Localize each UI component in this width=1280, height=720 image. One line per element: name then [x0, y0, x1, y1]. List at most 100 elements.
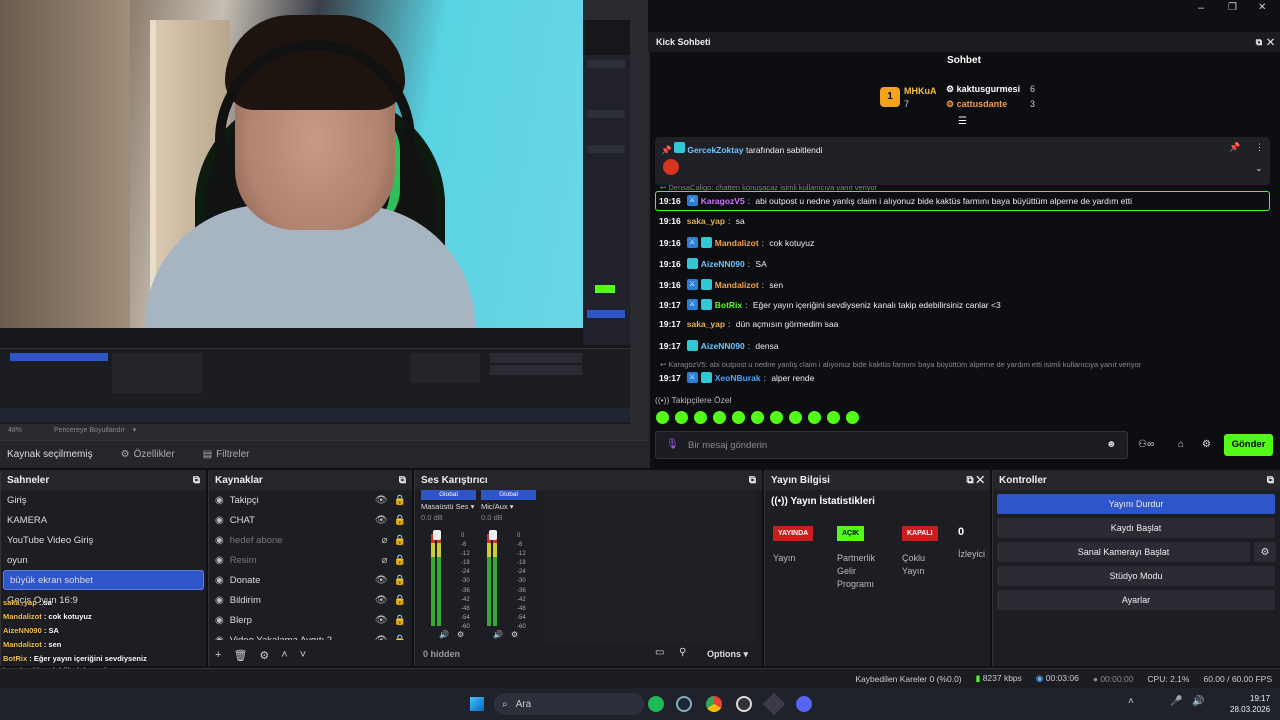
leader-name[interactable]: ⚙ cattusdante [946, 99, 1007, 110]
taskbar-search[interactable]: ⌕ Ara [494, 693, 644, 715]
popout-icon[interactable]: ⧉ [1256, 37, 1262, 47]
eye-icon[interactable]: 👁 [375, 575, 388, 586]
leader-name[interactable]: ⚙ kaktusgurmesi [946, 84, 1020, 95]
message-user[interactable]: Mandalizot [715, 280, 759, 290]
trash-icon[interactable]: 🗑 [233, 649, 247, 662]
eye-icon[interactable]: 👁 [375, 635, 388, 641]
source-item[interactable]: ◉ Video Yakalama Aygıtı 2 👁 🔒 [209, 630, 412, 641]
lock-icon[interactable]: 🔒 [394, 595, 406, 606]
message-user[interactable]: saka_yap [687, 319, 725, 329]
volume-icon[interactable]: 🔊 [1192, 696, 1204, 707]
source-item[interactable]: ◉ CHAT 👁 🔒 [209, 510, 412, 530]
message-user[interactable]: Mandalizot [715, 238, 759, 248]
zoom-level[interactable]: 48% [8, 427, 22, 434]
popout-icon[interactable]: ⧉ [399, 475, 406, 486]
lock-icon[interactable]: 🔒 [394, 535, 406, 546]
channel-name[interactable]: Mic/Aux ▾ [481, 500, 536, 513]
mic-icon[interactable]: 🎙 [666, 439, 679, 450]
badges-icon[interactable]: ⚇∞ [1138, 439, 1154, 450]
chat-message[interactable]: 19:17 ⚔ XeoNBurak: alper rende [659, 372, 814, 383]
move-down-button[interactable]: ˅ [300, 649, 306, 662]
eye-off-icon[interactable]: ⌀ [382, 535, 388, 546]
chat-message[interactable]: 19:16 ⚔ Mandalizot: sen [659, 279, 783, 290]
obs-icon[interactable] [736, 696, 752, 712]
scene-item[interactable]: büyük ekran sohbet [3, 570, 204, 590]
volume-slider[interactable] [433, 530, 441, 540]
message-user[interactable]: BotRix [715, 300, 742, 310]
gear-icon[interactable]: ⚙ [259, 649, 269, 662]
discord-icon[interactable] [796, 696, 812, 712]
source-item[interactable]: ◉ Takipçi 👁 🔒 [209, 490, 412, 510]
expand-icon[interactable]: ☰ [958, 116, 967, 127]
lock-icon[interactable]: 🔒 [394, 555, 406, 566]
settings-icon[interactable]: ⚙ [457, 630, 464, 639]
source-item[interactable]: ◉ Blerp 👁 🔒 [209, 610, 412, 630]
more-icon[interactable]: ⋮ [1255, 142, 1264, 153]
link-icon[interactable]: ⚲ [679, 647, 686, 658]
chat-message[interactable]: 19:17 saka_yap: dün açmısın görmedim saa [659, 319, 838, 329]
stop-stream-button[interactable]: Yayını Durdur [997, 494, 1275, 514]
source-item[interactable]: ◉ Bildirim 👁 🔒 [209, 590, 412, 610]
store-icon[interactable]: ⌂ [1178, 439, 1184, 450]
volume-slider[interactable] [489, 530, 497, 540]
chevron-down-icon[interactable]: ⌄ [1255, 163, 1263, 174]
close-icon[interactable]: ✕ [1267, 37, 1274, 47]
add-source-button[interactable]: + [215, 649, 221, 662]
windows-start-icon[interactable] [470, 697, 484, 711]
message-input[interactable]: 🎙 Bir mesaj gönderin ☻ [655, 431, 1128, 459]
popout-icon[interactable]: ⧉ [966, 475, 973, 486]
tray-chevron-icon[interactable]: ˄ [1128, 696, 1134, 707]
spotify-icon[interactable] [648, 696, 664, 712]
lock-icon[interactable]: 🔒 [394, 515, 406, 526]
properties-button[interactable]: ⚙ Özellikler [121, 449, 175, 460]
speaker-icon[interactable]: 🔊 [439, 630, 449, 639]
lock-icon[interactable]: 🔒 [394, 575, 406, 586]
eye-icon[interactable]: 👁 [375, 515, 388, 526]
gear-icon[interactable]: ⚙ [1202, 439, 1211, 450]
chat-message[interactable]: 19:16 saka_yap: sa [659, 216, 745, 226]
source-item[interactable]: ◉ Resim ⌀ 🔒 [209, 550, 412, 570]
chat-message[interactable]: 19:16 ⚔ KaragozV5: abi outpost u nedne yan… [659, 195, 1132, 206]
mic-icon[interactable]: 🎤 [1170, 696, 1182, 707]
popout-icon[interactable]: ⧉ [749, 475, 756, 486]
popout-icon[interactable]: ⧉ [1267, 475, 1274, 486]
message-user[interactable]: saka_yap [687, 216, 725, 226]
gear-icon[interactable]: ⚙ [1254, 542, 1276, 562]
chat-message[interactable]: 19:16 AizeNN090: SA [659, 258, 767, 269]
chat-message[interactable]: 19:17 ⚔ BotRix: Eğer yayın içeriğini sevdi… [659, 299, 1001, 310]
minimize-button[interactable]: – [1198, 2, 1204, 14]
message-user[interactable]: KaragozV5 [701, 196, 745, 206]
maximize-button[interactable]: ❐ [1228, 2, 1237, 13]
message-user[interactable]: XeoNBurak [715, 373, 761, 383]
chrome-icon[interactable] [706, 696, 722, 712]
pin-icon[interactable]: 📌 [1229, 142, 1240, 153]
speaker-icon[interactable]: 🔊 [493, 630, 503, 639]
eye-icon[interactable]: 👁 [375, 595, 388, 606]
start-recording-button[interactable]: Kaydı Başlat [997, 518, 1275, 538]
steam-icon[interactable] [676, 696, 692, 712]
chevron-down-icon[interactable]: ▾ [133, 427, 137, 434]
eye-icon[interactable]: 👁 [375, 615, 388, 626]
scene-item[interactable]: oyun [1, 550, 206, 570]
scene-item[interactable]: YouTube Video Giriş [1, 530, 206, 550]
emote-bar[interactable] [656, 411, 859, 424]
scene-item[interactable]: KAMERA [1, 510, 206, 530]
message-user[interactable]: AizeNN090 [701, 259, 745, 269]
settings-icon[interactable]: ⚙ [511, 630, 518, 639]
layout-icon[interactable]: ▭ [655, 647, 664, 658]
chat-message[interactable]: 19:17 AizeNN090: densa [659, 340, 779, 351]
app-icon[interactable] [762, 692, 786, 716]
eye-icon[interactable]: 👁 [375, 495, 388, 506]
close-button[interactable]: ✕ [1258, 2, 1266, 13]
close-icon[interactable]: ✕ [976, 475, 984, 486]
lock-icon[interactable]: 🔒 [394, 635, 406, 641]
scene-item[interactable]: Giriş [1, 490, 206, 510]
chat-message[interactable]: 19:16 ⚔ Mandalizot: cok kotuyuz [659, 237, 814, 248]
taskbar-clock[interactable]: 19:17 28.03.2026 [1230, 693, 1270, 715]
filters-button[interactable]: ▤ Filtreler [203, 449, 250, 460]
send-button[interactable]: Gönder [1224, 434, 1273, 456]
emoji-icon[interactable]: ☻ [1106, 439, 1117, 450]
studio-mode-button[interactable]: Stüdyo Modu [997, 566, 1275, 586]
leader-name[interactable]: MHKuA [904, 86, 937, 96]
virtual-camera-button[interactable]: Sanal Kamerayı Başlat [997, 542, 1250, 562]
